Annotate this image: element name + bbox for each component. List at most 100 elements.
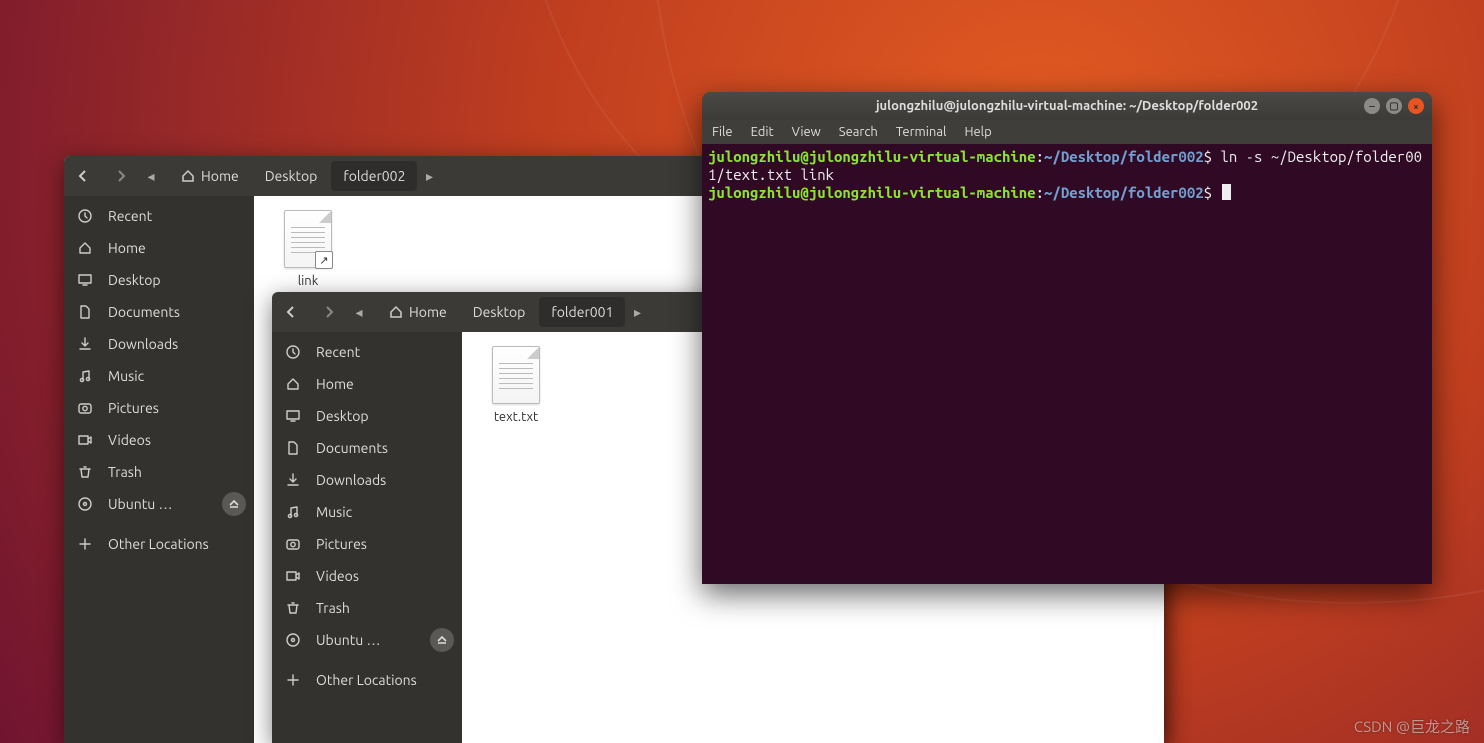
sidebar-item-label: Documents (316, 440, 388, 456)
sidebar-item-videos[interactable]: Videos (64, 424, 254, 456)
sidebar-item-label: Downloads (316, 472, 386, 488)
chevron-left-icon: ◂ (140, 168, 162, 185)
plus-icon (76, 536, 94, 552)
sidebar-item-label: Recent (108, 208, 152, 224)
sidebar-item-pictures[interactable]: Pictures (272, 528, 462, 560)
music-icon (76, 368, 94, 384)
sidebar-item-trash[interactable]: Trash (64, 456, 254, 488)
crumb-label: folder001 (551, 304, 613, 320)
sidebar-item-recent[interactable]: Recent (64, 200, 254, 232)
crumb-desktop[interactable]: Desktop (461, 297, 538, 327)
sidebar-item-label: Music (316, 504, 352, 520)
sidebar-item-downloads[interactable]: Downloads (64, 328, 254, 360)
file-item[interactable]: text.txt (476, 346, 556, 424)
sidebar-item-disc[interactable]: Ubuntu … (64, 488, 254, 520)
sidebar-item-home[interactable]: Home (272, 368, 462, 400)
crumb-current[interactable]: folder001 (539, 297, 625, 327)
menu-file[interactable]: File (712, 125, 733, 139)
menu-search[interactable]: Search (839, 125, 878, 139)
sidebar-item-plus[interactable]: Other Locations (272, 664, 462, 696)
pictures-icon (284, 536, 302, 552)
sidebar-item-label: Trash (108, 464, 142, 480)
sidebar-item-pictures[interactable]: Pictures (64, 392, 254, 424)
file-icon: ↗ (284, 210, 332, 268)
forward-button[interactable] (104, 159, 138, 193)
chevron-right-icon: ▸ (626, 304, 648, 321)
sidebar-item-label: Home (316, 376, 354, 392)
menu-help[interactable]: Help (964, 125, 991, 139)
music-icon (284, 504, 302, 520)
back-button[interactable] (274, 295, 308, 329)
sidebar-item-music[interactable]: Music (64, 360, 254, 392)
sidebar-item-label: Downloads (108, 336, 178, 352)
crumb-home[interactable]: Home (169, 161, 251, 191)
sidebar: Recent Home Desktop Documents Downloads Music… (272, 332, 462, 743)
sidebar-item-label: Music (108, 368, 144, 384)
sidebar-item-disc[interactable]: Ubuntu … (272, 624, 462, 656)
sidebar-item-trash[interactable]: Trash (272, 592, 462, 624)
disc-icon (284, 632, 302, 648)
sidebar-item-downloads[interactable]: Downloads (272, 464, 462, 496)
sidebar-item-music[interactable]: Music (272, 496, 462, 528)
sidebar-item-label: Ubuntu … (316, 632, 380, 648)
sidebar-item-desktop[interactable]: Desktop (64, 264, 254, 296)
downloads-icon (76, 336, 94, 352)
file-item[interactable]: ↗ link (268, 210, 348, 288)
eject-button[interactable] (430, 628, 454, 652)
sidebar-item-label: Pictures (316, 536, 367, 552)
home-icon (76, 240, 94, 256)
trash-icon (76, 464, 94, 480)
sidebar-item-documents[interactable]: Documents (64, 296, 254, 328)
terminal-title: julongzhilu@julongzhilu-virtual-machine:… (876, 99, 1258, 113)
terminal-window: julongzhilu@julongzhilu-virtual-machine:… (702, 92, 1432, 584)
crumb-home[interactable]: Home (377, 297, 459, 327)
sidebar-item-label: Recent (316, 344, 360, 360)
home-icon (389, 305, 403, 319)
maximize-button[interactable]: ▢ (1386, 98, 1402, 114)
crumb-label: Desktop (473, 304, 526, 320)
home-icon (181, 169, 195, 183)
crumb-label: folder002 (343, 168, 405, 184)
file-label: link (268, 274, 348, 288)
menu-edit[interactable]: Edit (751, 125, 774, 139)
sidebar-item-documents[interactable]: Documents (272, 432, 462, 464)
sidebar-item-label: Home (108, 240, 146, 256)
desktop-icon (76, 272, 94, 288)
watermark: CSDN @巨龙之路 (1354, 716, 1470, 737)
recent-icon (284, 344, 302, 360)
sidebar-item-label: Videos (108, 432, 151, 448)
home-icon (284, 376, 302, 392)
trash-icon (284, 600, 302, 616)
minimize-button[interactable]: ‒ (1364, 98, 1380, 114)
menu-view[interactable]: View (792, 125, 821, 139)
pictures-icon (76, 400, 94, 416)
breadcrumb: Home Desktop folder002 (168, 161, 418, 191)
sidebar-item-label: Documents (108, 304, 180, 320)
close-button[interactable]: × (1408, 98, 1424, 114)
breadcrumb: Home Desktop folder001 (376, 297, 626, 327)
sidebar-item-recent[interactable]: Recent (272, 336, 462, 368)
sidebar-item-label: Desktop (108, 272, 161, 288)
sidebar-item-plus[interactable]: Other Locations (64, 528, 254, 560)
crumb-label: Home (409, 304, 447, 320)
sidebar-item-desktop[interactable]: Desktop (272, 400, 462, 432)
recent-icon (76, 208, 94, 224)
eject-button[interactable] (222, 492, 246, 516)
back-button[interactable] (66, 159, 100, 193)
sidebar-item-home[interactable]: Home (64, 232, 254, 264)
menu-terminal[interactable]: Terminal (896, 125, 947, 139)
file-icon (492, 346, 540, 404)
sidebar-item-label: Other Locations (108, 536, 209, 552)
chevron-left-icon: ◂ (348, 304, 370, 321)
videos-icon (76, 432, 94, 448)
documents-icon (76, 304, 94, 320)
crumb-desktop[interactable]: Desktop (253, 161, 330, 191)
crumb-label: Desktop (265, 168, 318, 184)
sidebar-item-label: Other Locations (316, 672, 417, 688)
sidebar-item-videos[interactable]: Videos (272, 560, 462, 592)
terminal-output[interactable]: julongzhilu@julongzhilu-virtual-machine:… (702, 144, 1432, 584)
crumb-current[interactable]: folder002 (331, 161, 417, 191)
documents-icon (284, 440, 302, 456)
terminal-titlebar[interactable]: julongzhilu@julongzhilu-virtual-machine:… (702, 92, 1432, 120)
forward-button[interactable] (312, 295, 346, 329)
